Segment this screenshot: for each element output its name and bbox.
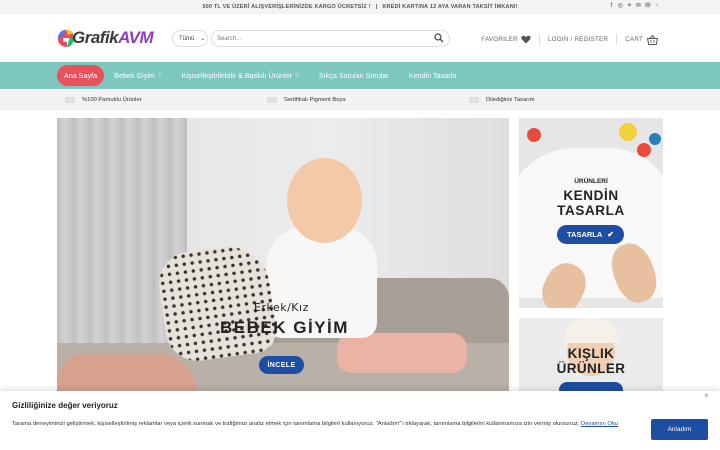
banner-baby-hat — [564, 318, 618, 343]
nav-label: Kendin Tasarla — [408, 71, 457, 80]
banner-line: ÜRÜNLER — [556, 361, 626, 376]
paint-dot — [649, 133, 661, 145]
heart-icon[interactable] — [521, 35, 531, 44]
winter-products-banner[interactable]: KIŞLIK ÜRÜNLER — [519, 318, 663, 398]
search-bar: Tümü ⌄ Search... — [172, 30, 450, 47]
feature-item: Dilediğiniz Tasarım — [469, 96, 535, 103]
nav-label: Bebek Giyim — [114, 71, 155, 80]
feature-icon — [267, 96, 277, 103]
nav-label: Ana Sayfa — [64, 71, 98, 80]
logo[interactable]: Grafik AVM — [57, 23, 162, 53]
search-input[interactable]: Search... — [211, 30, 450, 47]
social-links: f ◎ ✦ ✉ ☏ ◔ — [608, 3, 660, 10]
nav-item-kisisellestirilebilir[interactable]: Kişiselleştirilebilir & Baskılı Ürünler ▽ — [172, 65, 309, 86]
nav-label: Kişiselleştirilebilir & Baskılı Ürünler — [181, 71, 293, 80]
feature-strip: %100 Pamuklu Ürünler Sertifikalı Pigment… — [0, 89, 720, 110]
mail-icon[interactable]: ✉ — [635, 3, 642, 10]
cookie-title: Gizliliğinize değer veriyoruz — [12, 401, 118, 410]
hero-slider[interactable]: Erkek/Kız BEBEK GİYİM İNCELE — [57, 118, 509, 393]
feature-item: Sertifikalı Pigment Boya — [267, 96, 469, 103]
hero-subtitle: Erkek/Kız — [254, 301, 309, 314]
hero-title: BEBEK GİYİM — [220, 318, 349, 337]
twitter-icon[interactable]: ✦ — [626, 3, 633, 10]
chevron-down-icon: ⌄ — [200, 36, 206, 42]
feature-icon — [469, 96, 479, 103]
search-icon[interactable] — [434, 33, 444, 43]
top-announcement-bar: 500 TL VE ÜZERİ ALIŞVERİŞLERİNİZDE KARGO… — [0, 0, 720, 14]
facebook-icon[interactable]: f — [608, 3, 615, 10]
divider — [616, 34, 618, 45]
cookie-text-block: Tarama deneyiminizi geliştirmek, kişisel… — [12, 419, 640, 430]
banner-headline: KENDİN TASARLA — [519, 188, 663, 218]
feature-label: Dilediğiniz Tasarım — [486, 96, 535, 103]
chevron-down-icon: ▽ — [295, 72, 299, 79]
instagram-icon[interactable]: ◎ — [617, 3, 624, 10]
nav-item-ana-sayfa[interactable]: Ana Sayfa — [57, 65, 105, 86]
search-placeholder: Search... — [217, 35, 242, 42]
phone-icon[interactable]: ☏ — [644, 3, 652, 10]
cookie-text: Tarama deneyiminizi geliştirmek, kişisel… — [12, 421, 580, 427]
shipping-notice: 500 TL VE ÜZERİ ALIŞVERİŞLERİNİZDE KARGO… — [202, 4, 371, 10]
check-icon: ✔ — [607, 230, 614, 239]
feature-label: %100 Pamuklu Ürünler — [82, 96, 142, 103]
hero-clothes-pile — [57, 353, 197, 393]
header-actions: FAVORILER LOGIN / REGISTER CART — [481, 34, 658, 45]
main-navigation: Ana Sayfa Bebek Giyim ▽ Kişiselleştirileb… — [0, 62, 720, 89]
banner-headline: KIŞLIK ÜRÜNLER — [519, 346, 663, 376]
banner-line: KIŞLIK — [567, 346, 615, 361]
login-register-link[interactable]: LOGIN / REGISTER — [548, 36, 608, 43]
paint-dot — [619, 123, 637, 141]
hero-baby-head — [287, 158, 362, 243]
cookie-consent-banner: Gizliliğinize değer veriyoruz Tarama den… — [0, 391, 720, 450]
feature-item: %100 Pamuklu Ürünler — [65, 96, 267, 103]
separator: | — [375, 4, 378, 10]
hero-inspect-button[interactable]: İNCELE — [259, 356, 304, 374]
installment-notice: KREDİ KARTINA 12 AYA VARAN TAKSİT İMKANI… — [382, 4, 518, 10]
accept-cookies-button[interactable]: Anladım — [651, 419, 708, 440]
banner-line: TASARLA — [557, 203, 625, 218]
cart-link[interactable]: CART — [625, 36, 643, 43]
chevron-down-icon: ▽ — [157, 72, 162, 79]
site-header: Grafik AVM Tümü ⌄ Search... FAVORILER LOG… — [0, 14, 720, 62]
design-your-own-banner[interactable]: ÜRÜNLERİ KENDİN TASARLA TASARLA ✔ — [519, 118, 663, 308]
nav-label: Sıkça Sorulan Sorular — [318, 71, 389, 80]
favorites-link[interactable]: FAVORILER — [481, 36, 518, 43]
nav-item-sss[interactable]: Sıkça Sorulan Sorular — [309, 65, 399, 86]
paint-dot — [527, 128, 541, 142]
feature-icon — [65, 96, 75, 103]
cart-basket-icon[interactable] — [647, 34, 658, 45]
hero-pink-cloth — [337, 333, 467, 373]
logo-accent-text: AVM — [118, 28, 154, 47]
banner-small-text: ÜRÜNLERİ — [574, 178, 608, 185]
design-button-label: TASARLA — [567, 230, 603, 239]
logo-text: Grafik — [72, 28, 119, 47]
feature-label: Sertifikalı Pigment Boya — [284, 96, 346, 103]
nav-item-bebek-giyim[interactable]: Bebek Giyim ▽ — [104, 65, 172, 86]
banner-line: KENDİN — [563, 188, 619, 203]
category-value: Tümü — [179, 35, 195, 42]
read-more-link[interactable]: Devamını Oku — [581, 421, 618, 427]
search-category-select[interactable]: Tümü ⌄ — [172, 30, 208, 47]
close-icon[interactable]: × — [704, 391, 709, 400]
nav-item-kendin-tasarla[interactable]: Kendin Tasarla — [399, 65, 466, 86]
divider — [538, 34, 540, 45]
whatsapp-icon[interactable]: ◔ — [653, 3, 660, 10]
design-button[interactable]: TASARLA ✔ — [557, 225, 624, 244]
